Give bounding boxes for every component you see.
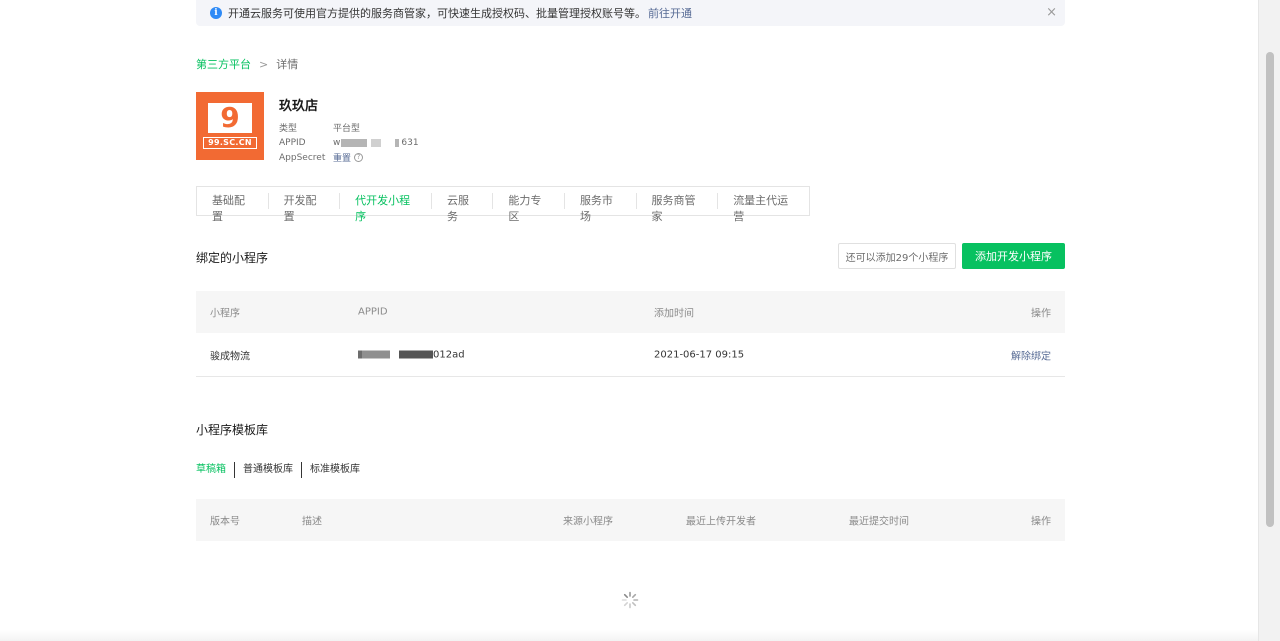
template-section-title: 小程序模板库	[196, 423, 269, 437]
logo-text: 99.SC.CN	[203, 137, 257, 149]
appid-suffix: 631	[401, 137, 419, 148]
tab-cloud-service[interactable]: 云服务	[432, 193, 494, 223]
bottom-shade	[0, 630, 1258, 641]
type-value: 平台型	[333, 124, 361, 134]
scrollbar-thumb[interactable]	[1266, 52, 1274, 527]
meta-row-type: 类型 平台型	[279, 120, 419, 135]
template-subtabs: 草稿箱 普通模板库 标准模板库	[196, 462, 368, 478]
page-scrollbar[interactable]	[1258, 0, 1280, 641]
appid-mask	[341, 138, 368, 147]
type-label: 类型	[279, 124, 298, 134]
quota-indicator: 还可以添加29个小程序	[838, 243, 956, 269]
tab-service-market[interactable]: 服务市场	[565, 193, 637, 223]
col-template-action: 操作	[1031, 516, 1051, 528]
table-row: 骏成物流 012ad 2021-06-17 09:15 解除绑定	[196, 333, 1065, 377]
row-appid-suffix: 012ad	[433, 349, 465, 360]
template-table: 版本号 描述 来源小程序 最近上传开发者 最近提交时间 操作	[196, 499, 1065, 541]
template-table-header: 版本号 描述 来源小程序 最近上传开发者 最近提交时间 操作	[196, 499, 1065, 541]
meta-row-appid: APPID w 631	[279, 135, 419, 150]
tab-proxy-miniprogram[interactable]: 代开发小程序	[340, 193, 432, 223]
app-logo: 9 99.SC.CN	[196, 92, 264, 160]
breadcrumb-current: 详情	[276, 58, 299, 71]
row-name: 骏成物流	[210, 351, 250, 362]
breadcrumb: 第三方平台 > 详情	[196, 56, 298, 72]
appid-mask-3	[395, 138, 400, 147]
bound-section-title: 绑定的小程序	[196, 251, 269, 265]
tab-basic-config[interactable]: 基础配置	[197, 193, 269, 223]
bound-table: 小程序 APPID 添加时间 操作 骏成物流 012ad 2021-06-17 …	[196, 291, 1065, 377]
notice-bar: i 开通云服务可使用官方提供的服务商管家，可快速生成授权码、批量管理授权账号等。…	[196, 0, 1065, 26]
secret-label: AppSecret	[279, 152, 326, 163]
col-time: 添加时间	[654, 308, 694, 320]
help-icon[interactable]: ?	[354, 153, 364, 162]
appid-label: APPID	[279, 137, 306, 148]
chevron-right-icon: >	[259, 57, 269, 71]
col-desc: 描述	[302, 516, 322, 528]
tab-dev-config[interactable]: 开发配置	[269, 193, 341, 223]
row-appid-mask-c	[399, 350, 433, 358]
subtab-drafts[interactable]: 草稿箱	[196, 462, 234, 478]
app-name: 玖玖店	[279, 99, 319, 114]
col-source: 来源小程序	[563, 516, 613, 528]
unbind-link[interactable]: 解除绑定	[1011, 347, 1051, 362]
col-appid: APPID	[358, 306, 388, 318]
row-appid-mask-b	[362, 350, 390, 358]
col-version: 版本号	[210, 516, 240, 528]
loading-spinner-icon	[621, 591, 639, 609]
col-action: 操作	[1031, 308, 1051, 320]
subtab-standard-templates[interactable]: 标准模板库	[301, 462, 368, 478]
detail-tabs: 基础配置 开发配置 代开发小程序 云服务 能力专区 服务市场 服务商管家 流量主…	[196, 186, 810, 223]
breadcrumb-link-platform[interactable]: 第三方平台	[196, 56, 251, 72]
meta-row-secret: AppSecret 重置 ?	[279, 150, 419, 165]
tab-service-manager[interactable]: 服务商管家	[637, 193, 719, 223]
subtab-normal-templates[interactable]: 普通模板库	[234, 462, 301, 478]
row-appid: 012ad	[358, 349, 465, 360]
notice-open-link[interactable]: 前往开通	[648, 5, 692, 21]
logo-nine: 9	[208, 103, 252, 133]
add-miniprogram-button[interactable]: 添加开发小程序	[962, 243, 1065, 269]
col-name: 小程序	[210, 308, 240, 320]
row-time: 2021-06-17 09:15	[654, 349, 745, 360]
notice-text: 开通云服务可使用官方提供的服务商管家，可快速生成授权码、批量管理授权账号等。	[228, 7, 646, 20]
col-uploader: 最近上传开发者	[686, 516, 756, 528]
col-submit-time: 最近提交时间	[849, 516, 909, 528]
reset-secret-link[interactable]: 重置	[333, 151, 351, 164]
close-icon[interactable]: ×	[1046, 5, 1057, 20]
appid-prefix: w	[333, 137, 341, 148]
info-icon: i	[210, 7, 222, 19]
appid-mask-2	[371, 138, 382, 147]
app-meta: 类型 平台型 APPID w 631 AppSecret 重置 ?	[279, 120, 419, 165]
tab-traffic-operation[interactable]: 流量主代运营	[718, 193, 809, 223]
tab-capabilities[interactable]: 能力专区	[493, 193, 565, 223]
bound-table-header: 小程序 APPID 添加时间 操作	[196, 291, 1065, 333]
